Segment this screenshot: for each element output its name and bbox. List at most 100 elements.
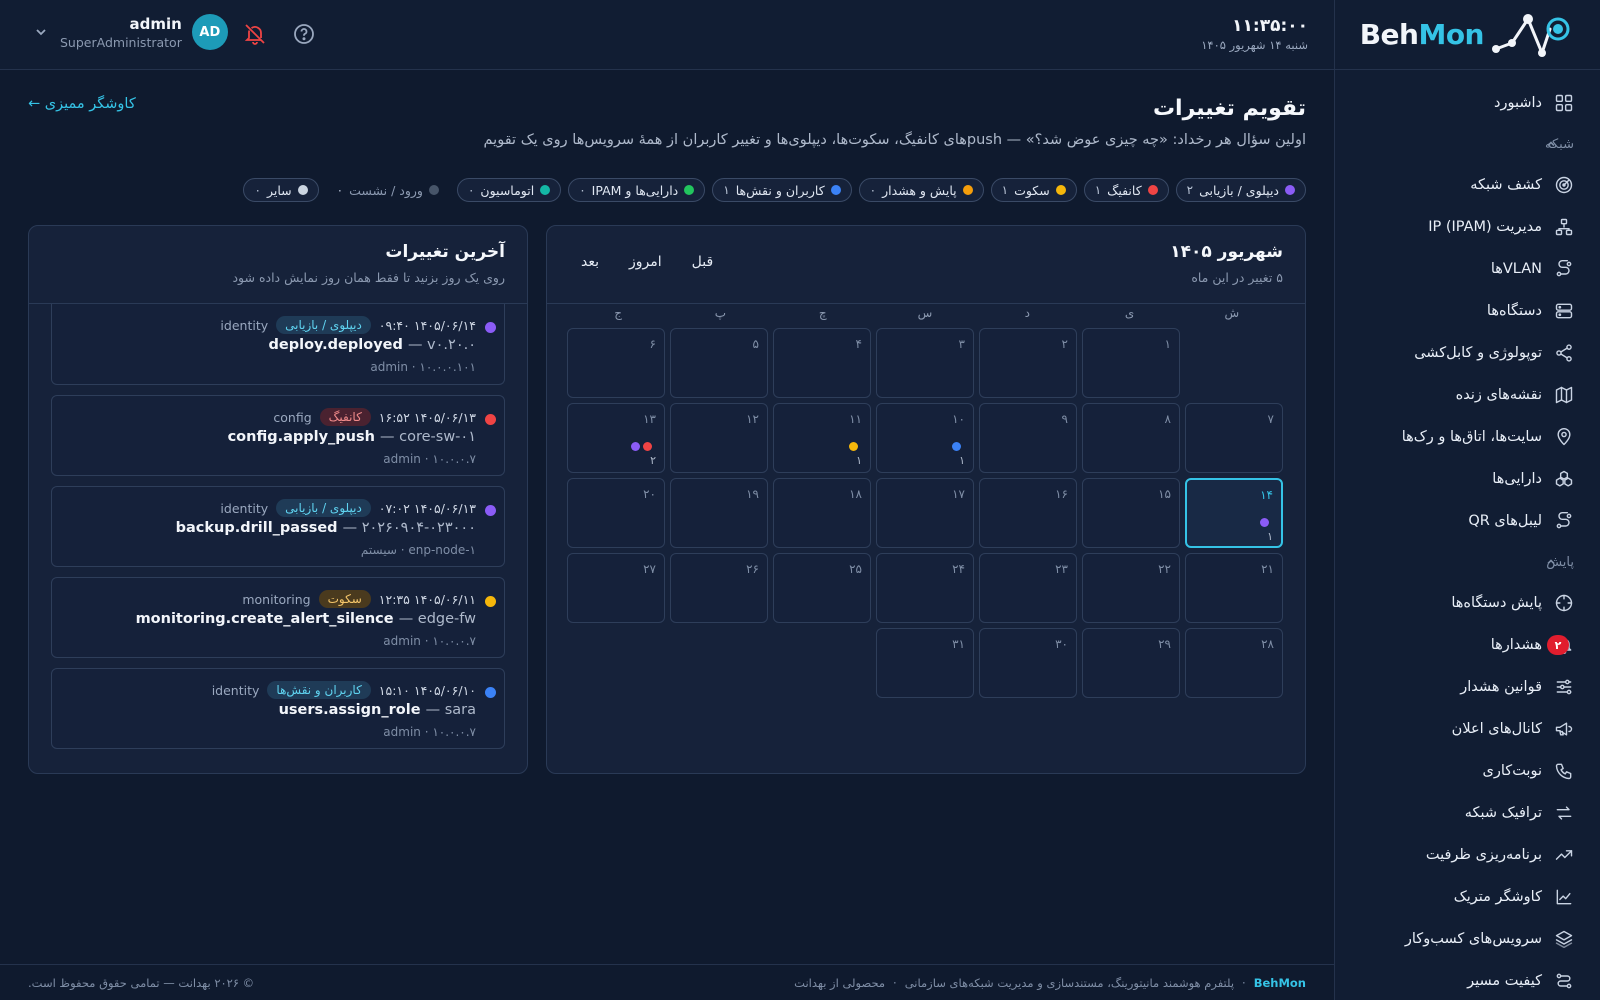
calendar-day[interactable]: ۱	[1082, 328, 1180, 398]
sidebar-item[interactable]: دارایی‌ها	[1335, 458, 1600, 500]
sidebar-item[interactable]: سرویس‌های کسب‌وکار	[1335, 918, 1600, 960]
sidebar-item[interactable]: هشدارها ۲	[1335, 624, 1600, 666]
sidebar: BehMon داشبورد شبکه کشف شبکه مدیریت IP (…	[1334, 0, 1600, 1000]
filter-chip[interactable]: کانفیگ ۱	[1083, 178, 1169, 202]
calendar-day[interactable]: ۱۹	[670, 478, 768, 548]
day-event-count: ۱	[959, 454, 965, 467]
sidebar-item[interactable]: برنامه‌ریزی ظرفیت	[1335, 834, 1600, 876]
calendar-day[interactable]: ۸	[1082, 403, 1180, 473]
sidebar-item-label: سرویس‌های کسب‌وکار	[1404, 931, 1542, 947]
sidebar-item[interactable]: نوبت‌کاری	[1335, 750, 1600, 792]
sidebar-item-label: سایت‌ها، اتاق‌ها و رک‌ها	[1401, 429, 1542, 445]
calendar-day[interactable]: ۲۶	[670, 553, 768, 623]
sidebar-item[interactable]: قوانین هشدار	[1335, 666, 1600, 708]
calendar-day[interactable]: ۱۵	[1082, 478, 1180, 548]
sidebar-item[interactable]: توپولوژی و کابل‌کشی	[1335, 332, 1600, 374]
event-separator: —	[398, 611, 418, 627]
calendar-day[interactable]: ۲۴	[876, 553, 974, 623]
calendar-day[interactable]: ۱۲	[670, 403, 768, 473]
event-card[interactable]: ۱۴۰۵/۰۶/۱۱ ۱۲:۳۵ سکوت monitoring monitor…	[51, 577, 505, 658]
event-actor: admin · ۱۰.۰.۰.۷	[383, 452, 476, 466]
calendar-day[interactable]: ۱۰ ۱	[876, 403, 974, 473]
calendar-day[interactable]: ۲۲	[1082, 553, 1180, 623]
calendar-day[interactable]: ۲۷	[567, 553, 665, 623]
sidebar-item[interactable]: دستگاه‌ها	[1335, 290, 1600, 332]
sidebar-item[interactable]: ترافیک شبکه	[1335, 792, 1600, 834]
filter-chip[interactable]: سایر ۰	[243, 178, 319, 202]
sidebar-item[interactable]: کاوشگر متریک	[1335, 876, 1600, 918]
chevron-up-icon[interactable]	[1545, 556, 1557, 568]
event-list: ۱۴۰۵/۰۶/۱۴ ۰۹:۴۰ دیپلوی / بازیابی identi…	[51, 304, 505, 749]
calendar-day[interactable]: ۲۹	[1082, 628, 1180, 698]
calendar-day[interactable]: ۱۸	[773, 478, 871, 548]
sidebar-item[interactable]: مدیریت IP (IPAM)	[1335, 206, 1600, 248]
nav-section-header[interactable]: پایش	[1335, 542, 1600, 582]
calendar-day[interactable]: ۲	[979, 328, 1077, 398]
calendar-day[interactable]: ۲۰	[567, 478, 665, 548]
calendar-day[interactable]: ۱۶	[979, 478, 1077, 548]
chevron-up-icon[interactable]	[1545, 138, 1557, 150]
user-menu[interactable]: admin SuperAdministrator AD	[34, 14, 228, 50]
audit-explorer-link[interactable]: کاوشگر ممیزی ←	[28, 96, 136, 112]
next-month-button[interactable]: بعد	[581, 254, 599, 270]
filter-chip[interactable]: پایش و هشدار ۰	[858, 178, 984, 202]
calendar-day[interactable]: ۱۷	[876, 478, 974, 548]
event-card[interactable]: ۱۴۰۵/۰۶/۱۴ ۰۹:۴۰ دیپلوی / بازیابی identi…	[51, 304, 505, 385]
logo[interactable]: BehMon	[1335, 0, 1600, 70]
calendar-day[interactable]: ۱۳ ۲	[567, 403, 665, 473]
calendar-day-today[interactable]: ۱۴ ۱	[1185, 478, 1283, 548]
filter-chip[interactable]: سکوت ۱	[990, 178, 1077, 202]
event-action: deploy.deployed	[268, 337, 403, 353]
prev-month-button[interactable]: قبل	[692, 254, 714, 270]
share-icon	[1554, 343, 1574, 363]
calendar-day[interactable]: ۶	[567, 328, 665, 398]
calendar-day[interactable]: ۱۱ ۱	[773, 403, 871, 473]
footer-info: BehMon · پلتفرم هوشمند مانیتورینگ، مستند…	[794, 976, 1306, 990]
page-subtitle: اولین سؤال هر رخداد: «چه چیزی عوض شد؟» —…	[483, 132, 1306, 148]
sidebar-item[interactable]: لیبل‌های QR	[1335, 500, 1600, 542]
sidebar-item[interactable]: پایش دستگاه‌ها	[1335, 582, 1600, 624]
calendar-day[interactable]: ۲۳	[979, 553, 1077, 623]
event-card[interactable]: ۱۴۰۵/۰۶/۱۳ ۱۶:۵۲ کانفیگ config config.ap…	[51, 395, 505, 476]
avatar[interactable]: AD	[191, 14, 228, 50]
filter-chip[interactable]: اتوماسیون ۰	[456, 178, 562, 202]
sidebar-item[interactable]: سایت‌ها، اتاق‌ها و رک‌ها	[1335, 416, 1600, 458]
event-timestamp: ۱۴۰۵/۰۶/۱۱ ۱۲:۳۵	[378, 591, 476, 607]
calendar-day[interactable]: ۲۵	[773, 553, 871, 623]
sidebar-item[interactable]: کیفیت مسیر	[1335, 960, 1600, 1000]
calendar-day[interactable]: ۹	[979, 403, 1077, 473]
route-icon	[1554, 259, 1574, 279]
sidebar-item[interactable]: داشبورد	[1335, 82, 1600, 124]
calendar-day[interactable]: ۵	[670, 328, 768, 398]
footer-product-of: محصولی از بهدانت	[794, 975, 886, 990]
sidebar-item[interactable]: کشف شبکه	[1335, 164, 1600, 206]
sidebar-item-label: دارایی‌ها	[1492, 471, 1542, 487]
calendar-day[interactable]: ۷	[1185, 403, 1283, 473]
sidebar-item[interactable]: نقشه‌های زنده	[1335, 374, 1600, 416]
sidebar-item[interactable]: کانال‌های اعلان	[1335, 708, 1600, 750]
day-number: ۱۱	[849, 412, 862, 426]
calendar-day[interactable]: ۳	[876, 328, 974, 398]
filter-chip[interactable]: دارایی‌ها و IPAM ۰	[568, 178, 706, 202]
calendar-day[interactable]: ۳۰	[979, 628, 1077, 698]
filter-label: سایر	[266, 182, 292, 198]
filter-chip[interactable]: دیپلوی / بازیابی ۲	[1175, 178, 1306, 202]
chevron-down-icon[interactable]	[34, 25, 48, 39]
today-button[interactable]: امروز	[629, 254, 662, 270]
event-card[interactable]: ۱۴۰۵/۰۶/۱۳ ۰۷:۰۲ دیپلوی / بازیابی identi…	[51, 486, 505, 567]
filter-label: سکوت	[1014, 182, 1050, 198]
calendar-month-title: شهریور ۱۴۰۵	[1170, 242, 1283, 262]
filter-chip[interactable]: ورود / نشست ۰	[326, 178, 450, 202]
calendar-day[interactable]: ۲۱	[1185, 553, 1283, 623]
boxes-icon	[1554, 469, 1574, 489]
calendar-day[interactable]: ۳۱	[876, 628, 974, 698]
calendar-day[interactable]: ۲۸	[1185, 628, 1283, 698]
path-icon	[1554, 971, 1574, 991]
calendar-day[interactable]: ۴	[773, 328, 871, 398]
filter-chip[interactable]: کاربران و نقش‌ها ۱	[712, 178, 852, 202]
sidebar-item[interactable]: VLANها	[1335, 248, 1600, 290]
bell-off-icon[interactable]	[243, 22, 267, 46]
help-icon[interactable]	[292, 22, 316, 46]
nav-section-header[interactable]: شبکه	[1335, 124, 1600, 164]
event-card[interactable]: ۱۴۰۵/۰۶/۱۰ ۱۵:۱۰ کاربران و نقش‌ها identi…	[51, 668, 505, 749]
